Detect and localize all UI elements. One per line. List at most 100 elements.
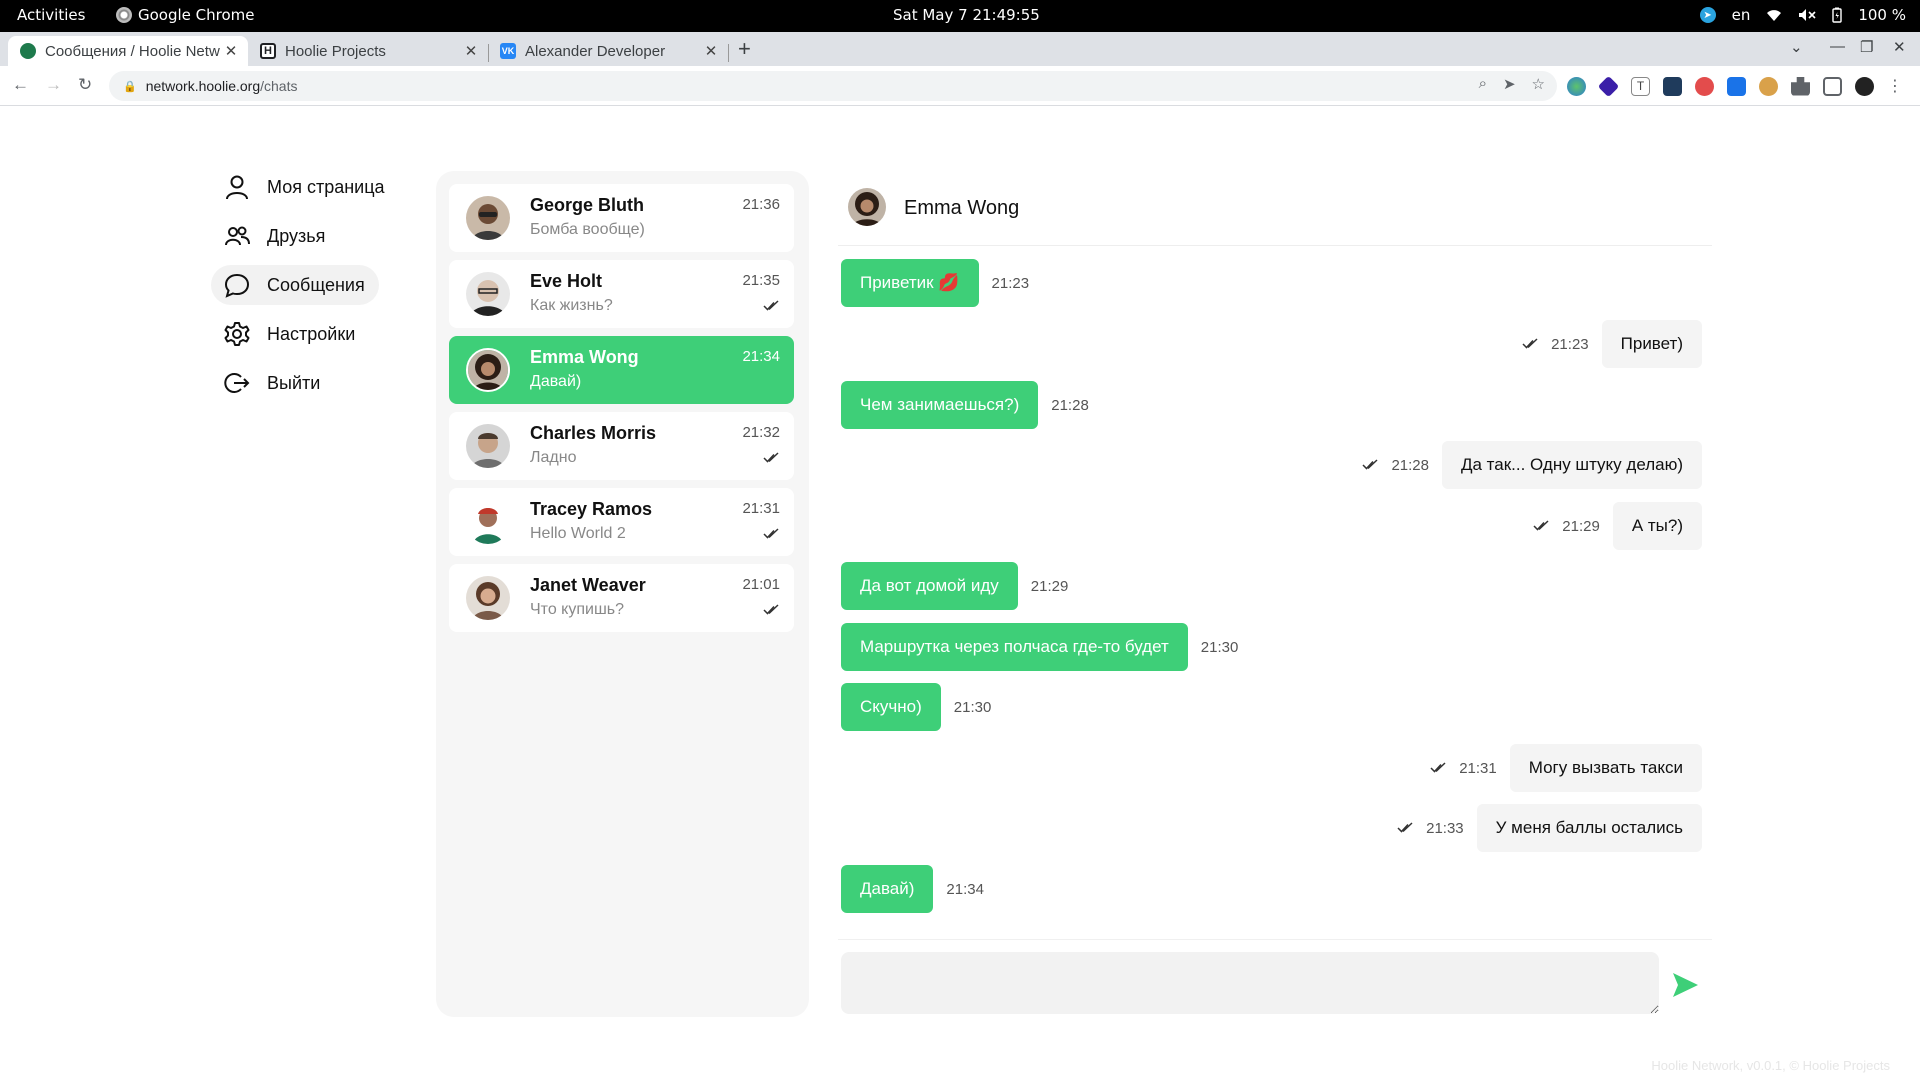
user-icon [226, 175, 248, 200]
message-incoming: Давай) 21:34 [841, 865, 997, 913]
double-check-icon [1397, 822, 1413, 833]
message-bubble: Маршрутка через полчаса где-то будет [841, 623, 1188, 671]
address-bar[interactable]: 🔒 network.hoolie.org/chats ⌕ ➤ ☆ [109, 71, 1557, 101]
chat-name: Tracey Ramos [530, 499, 653, 519]
nav-label: Настройки [267, 323, 356, 344]
tab-label: Сообщения / Hoolie Netw [45, 42, 220, 60]
send-to-device-icon[interactable]: ➤ [1503, 75, 1516, 93]
contact-avatar[interactable] [848, 188, 886, 226]
message-bubble: Давай) [841, 865, 934, 913]
double-check-icon [1362, 459, 1378, 470]
browser-tab-strip: Сообщения / Hoolie Netw ✕ H Hoolie Proje… [0, 32, 1920, 66]
lock-icon[interactable]: 🔒 [123, 80, 137, 93]
system-tray[interactable]: ➤ en 100 % [1699, 6, 1906, 24]
wifi-icon[interactable] [1766, 8, 1782, 22]
message-outgoing: 21:29 А ты?) [1533, 502, 1702, 550]
message-bubble: Приветик 💋 [841, 259, 979, 307]
close-tab-icon[interactable]: ✕ [220, 42, 242, 60]
avatar [466, 500, 510, 544]
message-time: 21:33 [1426, 819, 1464, 837]
reload-icon[interactable]: ↻ [78, 75, 92, 95]
chat-time: 21:35 [742, 272, 780, 289]
message-outgoing: 21:23 Привет) [1522, 320, 1702, 368]
app-menu[interactable]: Google Chrome [116, 6, 255, 24]
activities-button[interactable]: Activities [17, 6, 85, 24]
chat-item-emma-wong[interactable]: Emma Wong Давай) 21:34 [449, 336, 794, 404]
chat-name: Eve Holt [530, 271, 603, 291]
tab-messages[interactable]: Сообщения / Hoolie Netw ✕ [8, 36, 248, 66]
cookie-extension-icon[interactable] [1759, 76, 1778, 96]
side-panel-icon[interactable] [1823, 76, 1842, 96]
chat-item-charles-morris[interactable]: Charles Morris Ладно 21:32 [449, 412, 794, 480]
tab-separator [728, 44, 729, 62]
nav-settings[interactable]: Настройки [211, 314, 401, 354]
double-check-icon [1533, 520, 1549, 531]
clock[interactable]: Sat May 7 21:49:55 [893, 6, 1040, 24]
nav-logout[interactable]: Выйти [211, 363, 401, 403]
double-check-icon [763, 452, 779, 463]
message-time: 21:31 [1459, 759, 1497, 777]
chat-name: Janet Weaver [530, 575, 646, 595]
message-input[interactable] [841, 952, 1659, 1014]
bookmark-star-icon[interactable]: ☆ [1532, 75, 1545, 93]
message-time: 21:23 [1551, 335, 1589, 353]
browser-toolbar: ← → ↻ 🔒 network.hoolie.org/chats ⌕ ➤ ☆ T… [0, 66, 1920, 106]
double-check-icon [763, 604, 779, 615]
message-time: 21:23 [991, 274, 1030, 292]
contact-name[interactable]: Emma Wong [904, 197, 1019, 220]
avatar [466, 576, 510, 620]
message-bubble: Да так... Одну штуку делаю) [1441, 441, 1702, 489]
chat-time: 21:32 [742, 424, 780, 441]
minimize-window-button[interactable]: — [1830, 38, 1845, 55]
new-tab-button[interactable]: + [738, 36, 751, 62]
react-devtools-extension-icon[interactable] [1663, 76, 1682, 96]
message-incoming: Маршрутка через полчаса где-то будет 21:… [841, 623, 1251, 671]
close-tab-icon[interactable]: ✕ [460, 42, 482, 60]
zoom-icon[interactable]: ⌕ [1479, 75, 1487, 93]
vk-favicon-icon: VK [500, 43, 516, 59]
chat-item-tracey-ramos[interactable]: Tracey Ramos Hello World 2 21:31 [449, 488, 794, 556]
red-extension-icon[interactable] [1695, 76, 1714, 96]
language-indicator[interactable]: en [1732, 6, 1751, 24]
text-extension-icon[interactable]: T [1631, 76, 1650, 96]
back-arrow-icon[interactable]: ← [12, 75, 29, 95]
message-time: 21:29 [1562, 517, 1600, 535]
chat-preview: Ладно [530, 449, 577, 466]
extensions-puzzle-icon[interactable] [1791, 76, 1810, 96]
nav-friends[interactable]: Друзья [211, 216, 401, 256]
browser-menu-kebab-icon[interactable]: ⋮ [1887, 76, 1903, 96]
logout-icon [224, 373, 250, 393]
send-icon[interactable] [1670, 970, 1700, 1000]
globe-extension-icon[interactable] [1567, 76, 1586, 96]
message-time: 21:30 [1200, 638, 1239, 656]
close-tab-icon[interactable]: ✕ [700, 42, 722, 60]
tab-hoolie-projects[interactable]: H Hoolie Projects ✕ [248, 36, 488, 66]
volume-muted-icon[interactable] [1798, 8, 1816, 22]
maximize-window-button[interactable]: ❐ [1860, 38, 1873, 56]
close-window-button[interactable]: ✕ [1893, 38, 1906, 56]
nav-messages[interactable]: Сообщения [211, 265, 379, 305]
chrome-icon [116, 7, 132, 23]
chat-item-janet-weaver[interactable]: Janet Weaver Что купишь? 21:01 [449, 564, 794, 632]
chat-name: Charles Morris [530, 423, 657, 443]
chat-name: George Bluth [530, 195, 645, 215]
message-incoming: Приветик 💋 21:23 [841, 259, 1042, 307]
profile-avatar[interactable] [1855, 76, 1874, 96]
tab-alexander-developer[interactable]: VK Alexander Developer ✕ [488, 36, 728, 66]
nav-my-page[interactable]: Моя страница [211, 167, 401, 207]
chat-item-george-bluth[interactable]: George Bluth Бомба вообще) 21:36 [449, 184, 794, 252]
chat-bubble-icon [224, 273, 250, 298]
tab-search-chevron-icon[interactable]: ⌄ [1790, 38, 1803, 56]
hoolie-projects-favicon-icon: H [260, 43, 276, 59]
purple-diamond-extension-icon[interactable] [1597, 75, 1620, 97]
forward-arrow-icon[interactable]: → [45, 75, 62, 95]
double-check-icon [763, 300, 779, 311]
chat-item-eve-holt[interactable]: Eve Holt Как жизнь? 21:35 [449, 260, 794, 328]
blue-extension-icon[interactable] [1727, 76, 1746, 96]
nav-label: Моя страница [267, 176, 385, 197]
conversation-panel: Emma Wong Приветик 💋 21:23 21:23 Привет)… [838, 171, 1712, 1017]
telegram-icon[interactable]: ➤ [1699, 7, 1716, 23]
battery-icon[interactable] [1832, 7, 1843, 23]
avatar [466, 348, 510, 392]
message-time: 21:29 [1030, 577, 1069, 595]
